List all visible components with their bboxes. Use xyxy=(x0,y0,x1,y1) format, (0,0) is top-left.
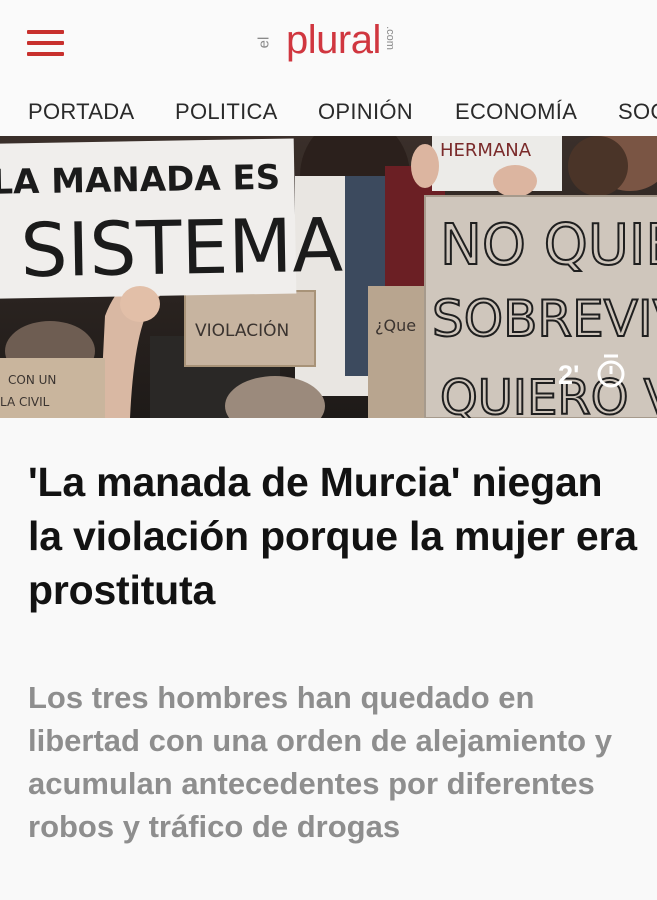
logo-suffix: .com xyxy=(383,26,396,50)
nav-item-opinion[interactable]: OPINIÓN xyxy=(318,99,413,125)
sign-bottom-left-text: CON UN xyxy=(8,373,56,387)
sign-que xyxy=(368,286,428,418)
article-subtitle: Los tres hombres han quedado en libertad… xyxy=(28,680,612,844)
logo-name: plural xyxy=(286,18,381,62)
sign-line-2: SISTEMA xyxy=(20,203,344,295)
section-nav: PORTADA POLITICA OPINIÓN ECONOMÍA SOC xyxy=(0,86,657,137)
hero-image[interactable]: VIOLACIÓN ¿Que CON UN LA CIVIL LA MANADA… xyxy=(0,136,657,418)
read-time: 2' xyxy=(558,360,579,390)
hamburger-menu-icon[interactable] xyxy=(27,30,64,57)
sign-line-1: LA MANADA ES xyxy=(0,158,281,203)
sign-que-text: ¿Que xyxy=(375,316,416,335)
sign-right-line-1: NO QUIERO xyxy=(440,213,657,278)
sign-hermana-text: HERMANA xyxy=(440,140,532,161)
site-logo[interactable]: el plural .com xyxy=(255,18,416,68)
nav-item-portada[interactable]: PORTADA xyxy=(28,99,134,125)
logo-prefix: el xyxy=(255,36,273,49)
article-headline[interactable]: 'La manada de Murcia' niegan la violació… xyxy=(28,455,638,617)
sign-bottom-left-text-2: LA CIVIL xyxy=(0,395,50,409)
sign-violacion-text: VIOLACIÓN xyxy=(195,319,289,341)
sign-right-line-2: SOBREVIVIR xyxy=(432,290,657,348)
sign-right-line-3: QUIERO VIVIR xyxy=(440,370,657,418)
top-bar: el plural .com xyxy=(0,0,657,86)
nav-item-economia[interactable]: ECONOMÍA xyxy=(455,99,577,125)
nav-item-sociedad[interactable]: SOC xyxy=(618,99,657,125)
sign-bottom-left xyxy=(0,358,105,418)
protest-photo: VIOLACIÓN ¿Que CON UN LA CIVIL LA MANADA… xyxy=(0,136,657,418)
nav-item-politica[interactable]: POLITICA xyxy=(175,99,278,125)
